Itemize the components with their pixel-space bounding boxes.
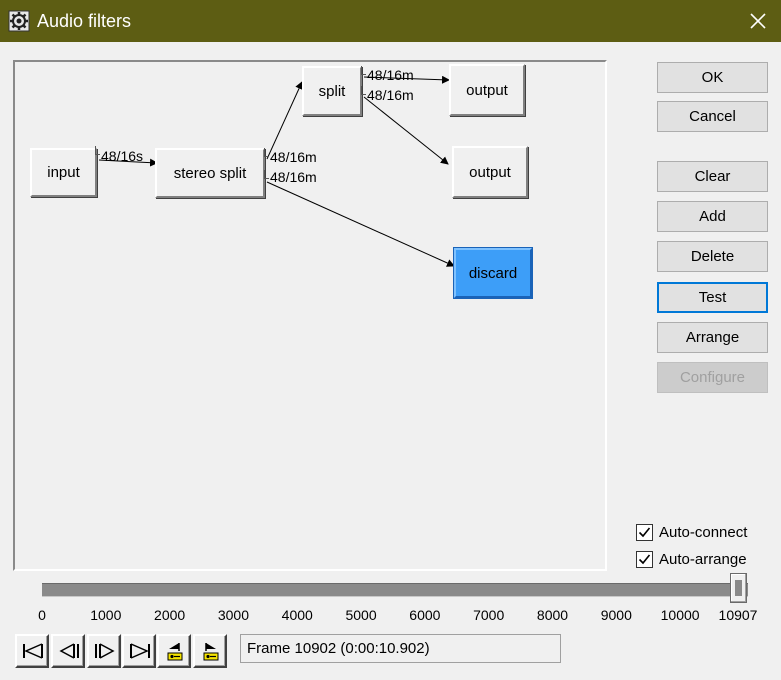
auto-arrange-option[interactable]: Auto-arrange (636, 548, 747, 570)
node-stereo-split[interactable]: stereo split (155, 148, 265, 198)
node-output-2[interactable]: output (452, 146, 528, 198)
node-split[interactable]: split (302, 66, 362, 116)
ok-button[interactable]: OK (657, 62, 768, 93)
filter-graph-canvas[interactable]: input stereo split split output output d… (13, 60, 607, 571)
clear-button[interactable]: Clear (657, 161, 768, 192)
pin-label-split-out-2: 48/16m (367, 87, 414, 103)
node-label: stereo split (173, 164, 247, 182)
timeline-track[interactable] (42, 583, 748, 597)
timeline-tick-label: 4000 (281, 607, 313, 623)
go-to-end-button[interactable] (122, 634, 156, 668)
pin-label-split-out-1: 48/16m (367, 67, 414, 83)
node-label: discard (468, 264, 518, 282)
add-button[interactable]: Add (657, 201, 768, 232)
timeline-tick-label: 8000 (536, 607, 569, 623)
delete-button[interactable]: Delete (657, 241, 768, 272)
title-bar: Audio filters (0, 0, 781, 42)
test-button[interactable]: Test (657, 282, 768, 313)
node-label: input (47, 164, 80, 181)
step-back-icon (59, 643, 79, 659)
wire-stereo-split-split (266, 81, 303, 160)
node-label: split (318, 82, 346, 100)
next-keyframe-icon (203, 643, 219, 661)
step-forward-button[interactable] (87, 634, 121, 668)
timeline-tick-label: 5000 (345, 607, 377, 623)
timeline-tick-label: 10000 (660, 607, 700, 623)
pin-stereo-out-2[interactable] (264, 170, 269, 179)
wire-stereo-split-discard (266, 181, 455, 267)
pin-input-out[interactable] (95, 146, 100, 155)
step-back-button[interactable] (51, 634, 85, 668)
frame-status: Frame 10902 (0:00:10.902) (240, 634, 561, 663)
step-forward-icon (95, 643, 115, 659)
timeline-tick-label: 9000 (600, 607, 632, 623)
prev-keyframe-icon (167, 643, 183, 661)
button-label: Configure (679, 369, 746, 386)
button-label: Arrange (685, 329, 740, 346)
button-label: OK (701, 69, 724, 86)
configure-button: Configure (657, 362, 768, 393)
auto-arrange-label: Auto-arrange (659, 550, 747, 568)
auto-connect-checkbox[interactable] (636, 523, 653, 541)
auto-connect-option[interactable]: Auto-connect (636, 521, 747, 543)
wire-split-output2 (363, 96, 449, 165)
auto-connect-label: Auto-connect (659, 523, 748, 541)
node-label: output (469, 163, 511, 181)
pin-label-input-out: 48/16s (101, 148, 144, 164)
arrange-button[interactable]: Arrange (657, 322, 768, 353)
button-label: Clear (694, 168, 731, 185)
pin-label-stereo-out-2: 48/16m (270, 169, 317, 185)
prev-keyframe-button[interactable] (157, 634, 191, 668)
node-input[interactable]: input (30, 148, 97, 197)
timeline-thumb[interactable] (729, 573, 747, 603)
close-button[interactable] (735, 0, 781, 42)
button-label: Test (698, 289, 727, 306)
checkmark-icon (638, 553, 651, 564)
go-to-start-icon (23, 643, 43, 659)
timeline-tick-label: 10907 (718, 607, 758, 623)
node-label: output (466, 81, 508, 99)
button-label: Cancel (689, 108, 736, 125)
auto-arrange-checkbox[interactable] (636, 550, 653, 568)
timeline-tick-label: 2000 (154, 607, 186, 623)
window-title: Audio filters (37, 11, 132, 31)
go-to-start-button[interactable] (15, 634, 49, 668)
timeline-tick-label: 3000 (217, 607, 249, 623)
cancel-button[interactable]: Cancel (657, 101, 768, 132)
node-discard[interactable]: discard (453, 247, 533, 299)
pin-label-stereo-out-1: 48/16m (270, 149, 317, 165)
pin-split-out-1[interactable] (361, 66, 366, 75)
timeline-tick-label: 0 (38, 607, 46, 623)
close-icon (750, 13, 766, 29)
pin-split-out-2[interactable] (361, 86, 366, 95)
timeline-tick-label: 1000 (90, 607, 122, 623)
checkmark-icon (638, 526, 651, 537)
connection-wires (98, 75, 455, 267)
pin-stereo-out-1[interactable] (264, 148, 269, 157)
go-to-end-icon (130, 643, 150, 659)
button-label: Delete (690, 248, 735, 265)
button-label: Add (699, 208, 726, 225)
next-keyframe-button[interactable] (193, 634, 227, 668)
gear-icon (8, 10, 30, 32)
node-output-1[interactable]: output (449, 64, 525, 116)
timeline-tick-label: 6000 (409, 607, 441, 623)
timeline-tick-label: 7000 (473, 607, 505, 623)
